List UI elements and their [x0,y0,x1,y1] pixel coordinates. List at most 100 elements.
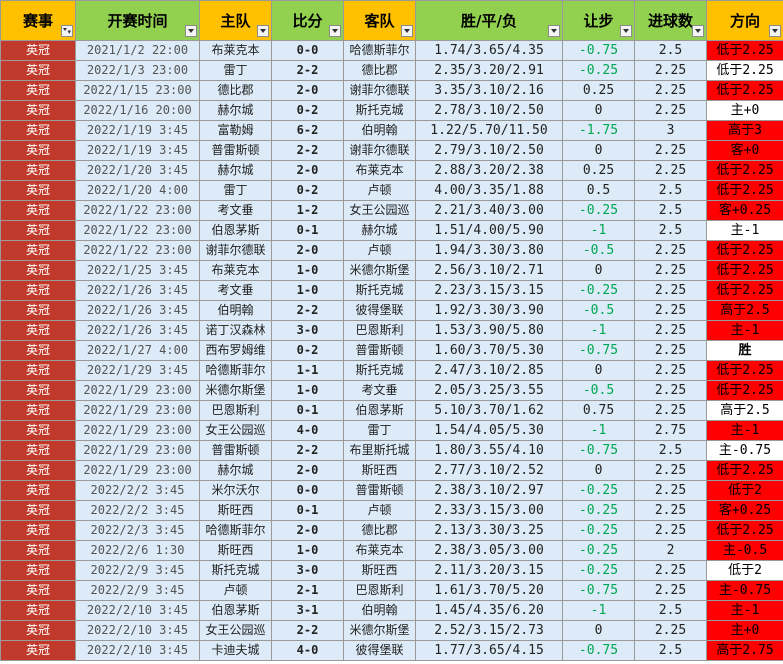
cell-away-team[interactable]: 布里斯托城 [343,440,416,461]
cell-time[interactable]: 2022/1/29 23:00 [75,460,200,481]
cell-time[interactable]: 2022/1/22 23:00 [75,200,200,221]
cell-league[interactable]: 英冠 [0,620,76,641]
filter-dropdown-icon[interactable] [548,25,560,37]
cell-handicap[interactable]: 0 [562,460,635,481]
cell-time[interactable]: 2022/2/3 3:45 [75,520,200,541]
cell-odds[interactable]: 1.94/3.30/3.80 [415,240,563,261]
cell-score[interactable]: 1-0 [271,380,344,401]
cell-goals[interactable]: 2.5 [634,200,707,221]
cell-goals[interactable]: 2.25 [634,80,707,101]
cell-score[interactable]: 2-2 [271,60,344,81]
cell-time[interactable]: 2022/1/15 23:00 [75,80,200,101]
cell-score[interactable]: 1-1 [271,360,344,381]
cell-time[interactable]: 2022/2/2 3:45 [75,480,200,501]
cell-home-team[interactable]: 雷丁 [199,180,272,201]
cell-league[interactable]: 英冠 [0,600,76,621]
cell-home-team[interactable]: 斯旺西 [199,500,272,521]
cell-league[interactable]: 英冠 [0,480,76,501]
cell-home-team[interactable]: 考文垂 [199,200,272,221]
cell-odds[interactable]: 2.13/3.30/3.25 [415,520,563,541]
cell-league[interactable]: 英冠 [0,100,76,121]
cell-goals[interactable]: 2.5 [634,40,707,61]
header-away[interactable]: 客队 [343,0,416,41]
cell-away-team[interactable]: 普雷斯顿 [343,480,416,501]
cell-handicap[interactable]: -1 [562,320,635,341]
cell-league[interactable]: 英冠 [0,160,76,181]
cell-league[interactable]: 英冠 [0,460,76,481]
cell-score[interactable]: 0-2 [271,340,344,361]
cell-odds[interactable]: 2.38/3.10/2.97 [415,480,563,501]
cell-handicap[interactable]: -0.25 [562,500,635,521]
cell-league[interactable]: 英冠 [0,300,76,321]
cell-odds[interactable]: 5.10/3.70/1.62 [415,400,563,421]
cell-league[interactable]: 英冠 [0,520,76,541]
cell-time[interactable]: 2022/1/22 23:00 [75,220,200,241]
header-time[interactable]: 开赛时间 [75,0,200,41]
cell-time[interactable]: 2022/1/20 3:45 [75,160,200,181]
cell-score[interactable]: 2-0 [271,520,344,541]
cell-direction[interactable]: 客+0.25 [706,500,783,521]
cell-direction[interactable]: 高于2.75 [706,640,783,661]
cell-time[interactable]: 2022/1/22 23:00 [75,240,200,261]
cell-handicap[interactable]: -0.75 [562,580,635,601]
cell-score[interactable]: 3-0 [271,560,344,581]
cell-direction[interactable]: 主-0.75 [706,440,783,461]
cell-direction[interactable]: 高于2.5 [706,300,783,321]
cell-home-team[interactable]: 哈德斯菲尔 [199,520,272,541]
cell-score[interactable]: 0-1 [271,400,344,421]
cell-away-team[interactable]: 考文垂 [343,380,416,401]
cell-handicap[interactable]: 0.5 [562,180,635,201]
cell-handicap[interactable]: -0.5 [562,380,635,401]
cell-score[interactable]: 2-0 [271,460,344,481]
cell-handicap[interactable]: -1.75 [562,120,635,141]
cell-home-team[interactable]: 巴恩斯利 [199,400,272,421]
cell-goals[interactable]: 2.25 [634,100,707,121]
cell-score[interactable]: 2-2 [271,440,344,461]
cell-time[interactable]: 2022/2/10 3:45 [75,620,200,641]
cell-odds[interactable]: 2.47/3.10/2.85 [415,360,563,381]
cell-home-team[interactable]: 西布罗姆维 [199,340,272,361]
cell-score[interactable]: 3-1 [271,600,344,621]
cell-handicap[interactable]: 0.75 [562,400,635,421]
cell-league[interactable]: 英冠 [0,120,76,141]
cell-away-team[interactable]: 彼得堡联 [343,300,416,321]
cell-time[interactable]: 2022/1/27 4:00 [75,340,200,361]
cell-odds[interactable]: 1.51/4.00/5.90 [415,220,563,241]
cell-score[interactable]: 2-0 [271,160,344,181]
cell-time[interactable]: 2022/2/10 3:45 [75,640,200,661]
cell-time[interactable]: 2022/1/26 3:45 [75,300,200,321]
cell-goals[interactable]: 2.25 [634,160,707,181]
cell-home-team[interactable]: 斯旺西 [199,540,272,561]
cell-direction[interactable]: 主-1 [706,600,783,621]
filter-dropdown-icon[interactable] [257,25,269,37]
cell-goals[interactable]: 2.25 [634,480,707,501]
cell-league[interactable]: 英冠 [0,60,76,81]
cell-away-team[interactable]: 伯明翰 [343,120,416,141]
cell-handicap[interactable]: -0.75 [562,340,635,361]
cell-home-team[interactable]: 雷丁 [199,60,272,81]
cell-direction[interactable]: 低于2.25 [706,380,783,401]
cell-home-team[interactable]: 考文垂 [199,280,272,301]
header-odds[interactable]: 胜/平/负 [415,0,563,41]
cell-away-team[interactable]: 伯恩茅斯 [343,400,416,421]
cell-league[interactable]: 英冠 [0,540,76,561]
cell-direction[interactable]: 客+0.25 [706,200,783,221]
cell-direction[interactable]: 主+0 [706,100,783,121]
cell-odds[interactable]: 1.53/3.90/5.80 [415,320,563,341]
cell-direction[interactable]: 低于2.25 [706,360,783,381]
cell-time[interactable]: 2022/2/2 3:45 [75,500,200,521]
cell-league[interactable]: 英冠 [0,380,76,401]
cell-score[interactable]: 0-1 [271,500,344,521]
cell-goals[interactable]: 2.25 [634,240,707,261]
cell-away-team[interactable]: 巴恩斯利 [343,580,416,601]
cell-away-team[interactable]: 雷丁 [343,420,416,441]
cell-score[interactable]: 2-0 [271,80,344,101]
cell-goals[interactable]: 2.25 [634,500,707,521]
cell-league[interactable]: 英冠 [0,200,76,221]
cell-time[interactable]: 2022/2/9 3:45 [75,580,200,601]
header-home[interactable]: 主队 [199,0,272,41]
cell-direction[interactable]: 主-1 [706,420,783,441]
cell-league[interactable]: 英冠 [0,320,76,341]
cell-handicap[interactable]: -0.25 [562,200,635,221]
cell-away-team[interactable]: 巴恩斯利 [343,320,416,341]
